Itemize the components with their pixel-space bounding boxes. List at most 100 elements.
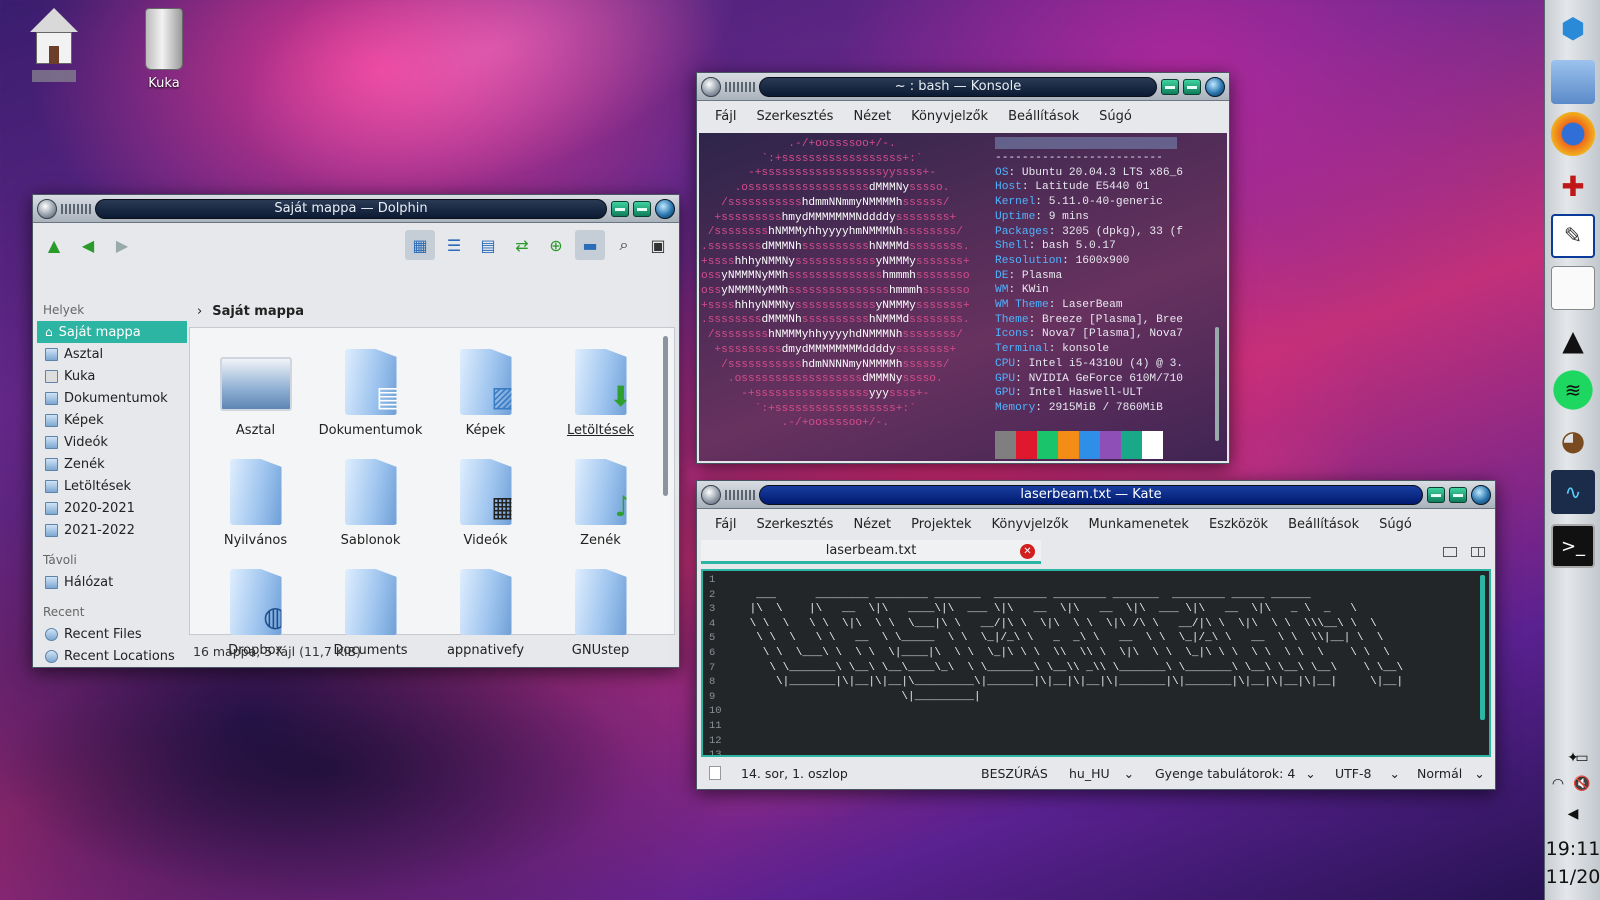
menu-view[interactable]: Nézet — [843, 517, 901, 532]
file-item-templates[interactable]: Sablonok — [313, 446, 428, 556]
text-editor[interactable]: 1 2 3 4 5 6 7 8 9 10 11 12 13 ___ ______… — [701, 569, 1491, 757]
clock-date[interactable]: 11/20 — [1545, 866, 1600, 888]
menu-bookmarks[interactable]: Könyvjelzők — [981, 517, 1078, 532]
menu-help[interactable]: Súgó — [1369, 517, 1422, 532]
file-item-documents[interactable]: ▤ Dokumentumok — [313, 336, 428, 446]
input-mode[interactable]: BESZÚRÁS — [981, 766, 1069, 781]
places-item-videos[interactable]: Videók — [37, 431, 187, 453]
editor-scrollbar[interactable] — [1480, 575, 1485, 720]
minimize-button[interactable] — [1161, 78, 1179, 95]
window-menu-icon[interactable] — [37, 198, 57, 219]
encoding-selector[interactable]: UTF-8 ⌄ — [1335, 766, 1417, 781]
menu-settings[interactable]: Beállítások — [1278, 517, 1369, 532]
details-view-icon[interactable]: ▤ — [473, 230, 503, 260]
file-item-music[interactable]: ♪ Zenék — [543, 446, 658, 556]
new-tab-icon[interactable]: ⊕ — [541, 230, 571, 260]
document-icon[interactable] — [1551, 266, 1595, 310]
file-view-scrollbar[interactable] — [663, 336, 668, 496]
split-horizontal-icon[interactable] — [1443, 547, 1457, 557]
places-item-2020-2021[interactable]: 2020-2021 — [37, 497, 187, 519]
maximize-button[interactable] — [1449, 486, 1467, 503]
menu-settings[interactable]: Beállítások — [998, 109, 1089, 124]
places-item-trash[interactable]: Kuka — [37, 365, 187, 387]
places-item-recent-files[interactable]: Recent Files — [37, 623, 187, 645]
menu-edit[interactable]: Szerkesztés — [746, 109, 843, 124]
terminal-area[interactable]: .-/+oossssoo+/-. `:+ssssssssssssssssss+:… — [699, 133, 1227, 461]
window-menu-icon[interactable] — [701, 76, 721, 97]
menu-sessions[interactable]: Munkamenetek — [1078, 517, 1198, 532]
menu-help[interactable]: Súgó — [1089, 109, 1142, 124]
file-item-pictures[interactable]: ▨ Képek — [428, 336, 543, 446]
split-vertical-icon[interactable] — [1471, 547, 1485, 557]
menu-tools[interactable]: Eszközök — [1199, 517, 1278, 532]
volume-muted-tray-icon[interactable]: 🔇 — [1567, 776, 1597, 792]
konsole-titlebar[interactable]: ~ : bash — Konsole — [697, 73, 1229, 101]
icons-view-icon[interactable]: ▦ — [405, 230, 435, 260]
file-item-downloads[interactable]: ⬇ Letöltések — [543, 336, 658, 446]
firefox-icon[interactable] — [1551, 112, 1595, 156]
tray-expand-arrow-icon[interactable]: ◀ — [1545, 806, 1600, 822]
desktop-icon-home[interactable] — [14, 8, 94, 82]
file-manager-icon[interactable] — [1551, 60, 1595, 104]
dictionary-selector[interactable]: hu_HU ⌄ — [1069, 766, 1155, 781]
menu-view[interactable]: Nézet — [843, 109, 901, 124]
dolphin-titlebar[interactable]: Saját mappa — Dolphin — [33, 195, 679, 223]
places-item-2021-2022[interactable]: 2021-2022 — [37, 519, 187, 541]
close-button[interactable] — [655, 198, 675, 219]
menu-edit[interactable]: Szerkesztés — [746, 517, 843, 532]
battery-tray-icon[interactable]: ▭ — [1567, 750, 1597, 766]
file-item-public[interactable]: Nyilvános — [198, 446, 313, 556]
menu-file[interactable]: Fájl — [705, 517, 746, 532]
close-tab-icon[interactable]: ✕ — [1020, 544, 1035, 559]
split-view-icon[interactable]: ⇄ — [507, 230, 537, 260]
tab-laserbeam[interactable]: laserbeam.txt ✕ — [701, 540, 1041, 564]
places-item-home[interactable]: ⌂ Saját mappa — [37, 321, 187, 343]
menu-bookmarks[interactable]: Könyvjelzők — [901, 109, 998, 124]
places-item-music[interactable]: Zenék — [37, 453, 187, 475]
terminal-icon[interactable]: >_ — [1551, 524, 1595, 568]
places-item-pictures[interactable]: Képek — [37, 409, 187, 431]
videos-folder-icon — [45, 435, 58, 449]
forward-arrow-icon[interactable]: ▶ — [107, 230, 137, 260]
preview-icon[interactable]: ▬ — [575, 230, 605, 260]
close-button[interactable] — [1205, 76, 1225, 97]
maximize-button[interactable] — [1183, 78, 1201, 95]
minimize-button[interactable] — [1427, 486, 1445, 503]
clock-time[interactable]: 19:11 — [1545, 838, 1600, 860]
highlight-selector[interactable]: Normál ⌄ — [1417, 766, 1485, 781]
places-item-recent-locations[interactable]: Recent Locations — [37, 645, 187, 667]
maximize-button[interactable] — [633, 200, 651, 217]
spotify-icon[interactable]: ≋ — [1551, 368, 1595, 412]
menu-projects[interactable]: Projektek — [901, 517, 981, 532]
minimize-button[interactable] — [611, 200, 629, 217]
breadcrumb-home[interactable]: Saját mappa — [212, 304, 304, 319]
desktop-icon-trash[interactable]: Kuka — [124, 8, 204, 91]
file-item-desktop[interactable]: Asztal — [198, 336, 313, 446]
notes-icon[interactable]: ✎ — [1551, 214, 1595, 258]
close-button[interactable] — [1471, 484, 1491, 505]
dolphin-toolbar: ▲ ◀ ▶ ▦ ☰ ▤ ⇄ ⊕ ▬ ⌕ ▣ — [33, 223, 679, 267]
breadcrumb[interactable]: › Saját mappa — [189, 297, 675, 325]
gimp-icon[interactable]: ◕ — [1551, 418, 1595, 462]
up-arrow-icon[interactable]: ▲ — [39, 230, 69, 260]
inkscape-icon[interactable]: ▲ — [1551, 318, 1595, 362]
file-item-videos[interactable]: ▦ Videók — [428, 446, 543, 556]
kate-titlebar[interactable]: laserbeam.txt — Kate — [697, 481, 1495, 509]
places-item-documents[interactable]: Dokumentumok — [37, 387, 187, 409]
app-launcher-icon[interactable]: ⬢ — [1551, 6, 1595, 50]
system-monitor-icon[interactable]: ∿ — [1551, 470, 1595, 514]
back-arrow-icon[interactable]: ◀ — [73, 230, 103, 260]
menu-icon[interactable]: ▣ — [643, 230, 673, 260]
places-item-network[interactable]: Hálózat — [37, 571, 187, 593]
window-menu-icon[interactable] — [701, 484, 721, 505]
places-item-desktop[interactable]: Asztal — [37, 343, 187, 365]
cursor-position[interactable]: 14. sor, 1. oszlop — [741, 766, 981, 781]
trash-icon — [45, 369, 58, 383]
places-item-downloads[interactable]: Letöltések — [37, 475, 187, 497]
find-icon[interactable]: ⌕ — [609, 230, 639, 260]
indentation-selector[interactable]: Gyenge tabulátorok: 4 ⌄ — [1155, 766, 1335, 781]
terminal-scrollbar[interactable] — [1215, 327, 1219, 441]
menu-file[interactable]: Fájl — [705, 109, 746, 124]
software-center-icon[interactable]: ✚ — [1551, 164, 1595, 208]
compact-view-icon[interactable]: ☰ — [439, 230, 469, 260]
